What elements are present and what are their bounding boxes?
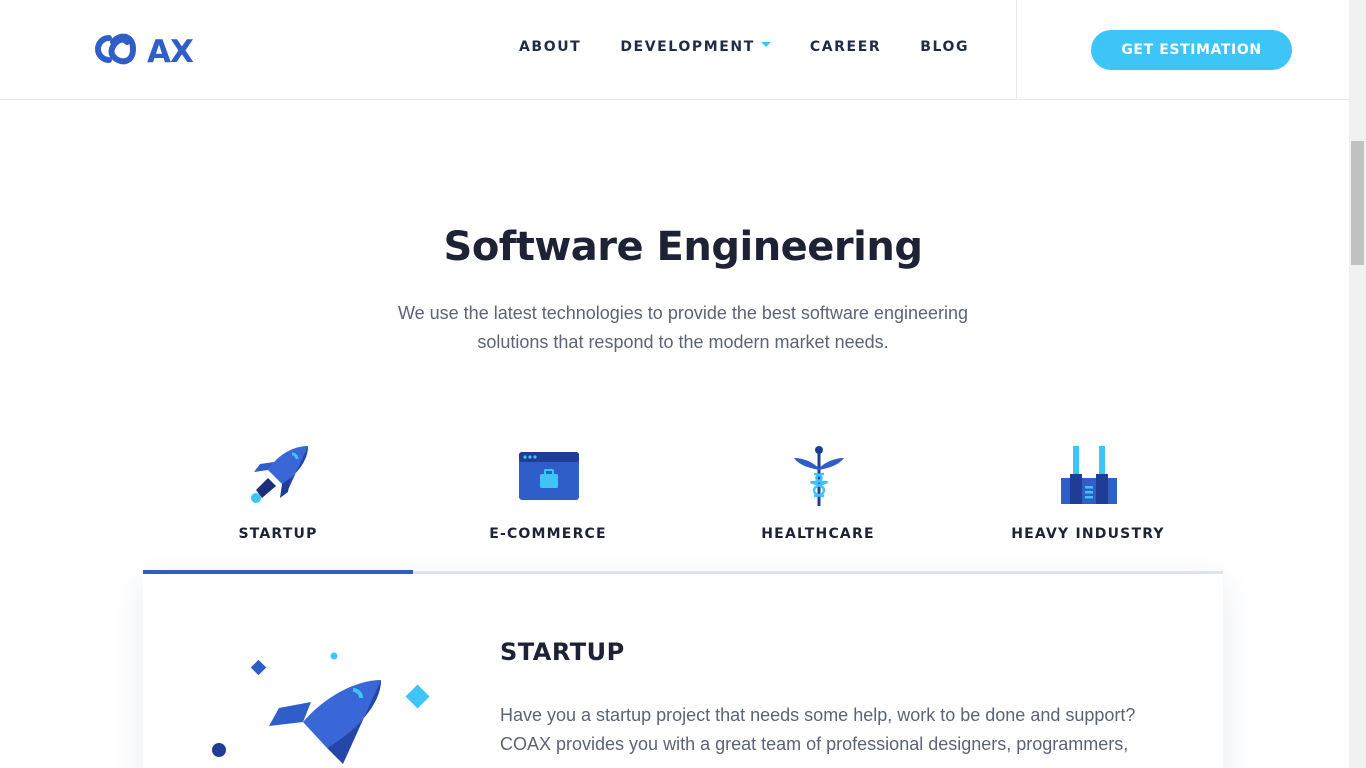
site-header: AX ABOUT DEVELOPMENT CAREER BLOG GET EST…	[0, 0, 1349, 100]
nav-blog[interactable]: BLOG	[920, 39, 969, 55]
nav-about[interactable]: ABOUT	[519, 39, 581, 55]
panel-title: STARTUP	[500, 638, 625, 666]
tab-healthcare[interactable]: HEALTHCARE	[683, 440, 953, 574]
nav-career-label: CAREER	[809, 39, 882, 55]
tab-startup[interactable]: STARTUP	[143, 440, 413, 574]
svg-text:AX: AX	[147, 34, 194, 66]
caduceus-icon	[794, 446, 844, 506]
nav-about-label: ABOUT	[519, 39, 582, 55]
panel-text: Have you a startup project that needs so…	[500, 705, 1136, 754]
nav-blog-label: BLOG	[920, 39, 970, 55]
nav-development-label: DEVELOPMENT	[620, 39, 755, 55]
page-subtitle: We use the latest technologies to provid…	[397, 303, 969, 352]
chevron-down-icon	[760, 41, 771, 47]
nav-career[interactable]: CAREER	[810, 39, 881, 55]
get-estimation-button[interactable]: GET ESTIMATION	[1091, 30, 1292, 70]
tab-heavy-industry-label: HEAVY INDUSTRY	[1011, 526, 1165, 542]
industry-tabs: STARTUP E-COMMERCE HEALTHCARE HEAVY INDU…	[143, 440, 1223, 574]
coax-logo[interactable]: AX	[89, 32, 207, 66]
header-divider	[1016, 0, 1017, 100]
nav-development[interactable]: DEVELOPMENT	[620, 39, 771, 55]
main-nav: ABOUT DEVELOPMENT CAREER BLOG	[519, 39, 969, 55]
tab-heavy-industry[interactable]: HEAVY INDUSTRY	[953, 440, 1223, 574]
factory-icon	[1061, 446, 1117, 504]
rocket-icon	[251, 446, 308, 503]
page-title: Software Engineering	[443, 224, 923, 270]
tab-content-panel: STARTUP Have you a startup project that …	[143, 574, 1223, 768]
page-scrollbar[interactable]	[1349, 0, 1366, 768]
tab-e-commerce[interactable]: E-COMMERCE	[413, 440, 683, 574]
tab-healthcare-label: HEALTHCARE	[761, 526, 875, 542]
tab-startup-label: STARTUP	[238, 526, 318, 542]
rocket-illustration	[212, 652, 430, 764]
shop-window-icon	[519, 452, 579, 500]
tab-e-commerce-label: E-COMMERCE	[489, 526, 607, 542]
